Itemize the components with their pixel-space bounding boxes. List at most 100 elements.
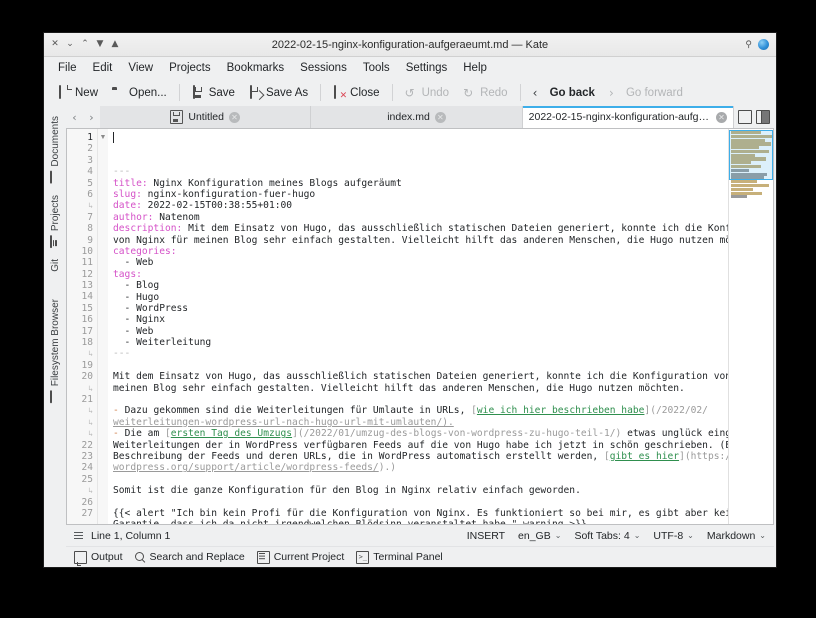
sidebar-item-documents[interactable]: Documents bbox=[48, 110, 63, 189]
code-token: - Hugo bbox=[113, 291, 160, 303]
toolview-search-and-replace[interactable]: Search and Replace bbox=[134, 551, 245, 563]
line-wrap-marker: ↳ bbox=[88, 406, 93, 416]
code-token: Weiterleitungen der in WordPress verfügb… bbox=[113, 439, 728, 451]
edit-mode[interactable]: INSERT bbox=[467, 530, 505, 542]
save-as-button[interactable]: Save As bbox=[243, 84, 314, 102]
code-line: - Web bbox=[113, 326, 728, 337]
close-button[interactable]: ✕ Close bbox=[327, 84, 385, 102]
minimap-viewport[interactable] bbox=[729, 130, 773, 180]
sidebar-item-git[interactable]: Git bbox=[48, 253, 63, 294]
split-view-icon[interactable] bbox=[755, 110, 770, 124]
close-icon[interactable]: ✕ bbox=[715, 111, 727, 123]
globe-icon[interactable] bbox=[758, 39, 769, 50]
line-number: 27 bbox=[81, 507, 93, 519]
new-tab-icon[interactable] bbox=[737, 110, 752, 124]
screen: ✕ ⌄ ⌃ ▼ ▲ 2022-02-15-nginx-konfiguration… bbox=[0, 0, 816, 618]
tab-untitled[interactable]: Untitled ✕ bbox=[100, 106, 312, 128]
save-button[interactable]: Save bbox=[186, 84, 241, 102]
open-button[interactable]: Open... bbox=[106, 84, 173, 102]
menu-sessions[interactable]: Sessions bbox=[292, 60, 355, 76]
menu-edit[interactable]: Edit bbox=[85, 60, 121, 76]
code-token: gibt es hier bbox=[609, 450, 680, 462]
new-button[interactable]: New bbox=[52, 84, 104, 102]
code-line: - Weiterleitung bbox=[113, 337, 728, 348]
code-token: Mit dem Einsatz von Hugo, das ausschließ… bbox=[182, 223, 728, 235]
code-token: Dazu gekommen sind die Weiterleitungen f… bbox=[124, 405, 472, 417]
code-token: etwas unglück eingerichteten bbox=[627, 428, 728, 440]
code-token: - bbox=[113, 428, 125, 440]
highlight-mode-value: Markdown bbox=[706, 529, 756, 542]
menu-settings[interactable]: Settings bbox=[398, 60, 456, 76]
menu-bar: File Edit View Projects Bookmarks Sessio… bbox=[44, 57, 776, 79]
close-icon[interactable]: ✕ bbox=[228, 111, 240, 123]
code-token: 2022-02-15T00:38:55+01:00 bbox=[141, 200, 293, 212]
menu-projects[interactable]: Projects bbox=[161, 60, 219, 76]
code-line: --- bbox=[113, 348, 728, 359]
line-wrap-marker: ↳ bbox=[88, 383, 93, 393]
pin-icon[interactable]: ⚲ bbox=[745, 39, 752, 50]
search-icon bbox=[134, 551, 146, 563]
line-wrap-marker: ↳ bbox=[88, 429, 93, 439]
menu-view[interactable]: View bbox=[120, 60, 161, 76]
sidebar-item-filesystem-browser[interactable]: Filesystem Browser bbox=[48, 293, 63, 408]
minimap-row bbox=[731, 180, 757, 184]
code-token: --- bbox=[113, 348, 131, 360]
code-folding-column[interactable]: ▼ bbox=[98, 129, 108, 524]
redo-button[interactable]: ↻ Redo bbox=[457, 84, 514, 102]
spellcheck-language-selector[interactable]: en_GB ⌄ bbox=[518, 530, 561, 542]
title-bar-right-buttons[interactable]: ⚲ bbox=[745, 39, 769, 50]
close-icon[interactable]: ✕ bbox=[434, 111, 446, 123]
menu-file[interactable]: File bbox=[50, 60, 85, 76]
toolview-terminal-panel[interactable]: >_ Terminal Panel bbox=[356, 550, 443, 564]
line-position-icon bbox=[74, 531, 84, 541]
toolview-current-project[interactable]: Current Project bbox=[256, 550, 344, 564]
line-wrap-marker: ↳ bbox=[88, 201, 93, 211]
window-maximize-icon[interactable]: ⌃ bbox=[80, 40, 90, 49]
window-minimize-icon[interactable]: ⌄ bbox=[65, 40, 75, 49]
code-token: - Weiterleitung bbox=[113, 337, 212, 349]
code-token: ](/2022/01/umzug-des-blogs-von-wordpress… bbox=[292, 428, 622, 440]
toolview-output[interactable]: Output bbox=[74, 550, 123, 566]
code-text-area[interactable]: --- title: Nginx Konfiguration meines Blo… bbox=[108, 129, 728, 524]
text-caret bbox=[113, 132, 114, 143]
line-number: 2 bbox=[87, 143, 93, 155]
undo-button[interactable]: ↺ Undo bbox=[399, 84, 456, 102]
tab-width-selector[interactable]: Soft Tabs: 4 ⌄ bbox=[574, 530, 640, 542]
code-line: Beschreibung der Feeds und deren URLs, d… bbox=[113, 451, 728, 462]
code-token: ](https:// bbox=[679, 450, 728, 462]
menu-help[interactable]: Help bbox=[455, 60, 495, 76]
chevron-left-icon: ‹ bbox=[532, 85, 538, 100]
toolbar-separator bbox=[519, 84, 521, 101]
encoding-selector[interactable]: UTF-8 ⌄ bbox=[653, 530, 693, 542]
tab-index-md[interactable]: index.md ✕ bbox=[311, 106, 523, 128]
undo-arrow-icon: ↺ bbox=[404, 85, 415, 100]
tab-prev-button[interactable]: ‹ bbox=[66, 106, 83, 128]
window-close-icon[interactable]: ✕ bbox=[50, 40, 60, 49]
line-number: 18 bbox=[81, 337, 93, 349]
tab-nginx-konfiguration[interactable]: 2022-02-15-nginx-konfiguration-aufgeraeu… bbox=[522, 106, 734, 128]
tab-next-button[interactable]: › bbox=[83, 106, 100, 128]
go-back-button[interactable]: ‹ Go back bbox=[527, 84, 601, 102]
menu-tools[interactable]: Tools bbox=[355, 60, 398, 76]
minimap-row bbox=[731, 195, 747, 199]
menu-bookmarks[interactable]: Bookmarks bbox=[219, 60, 293, 76]
line-number: 15 bbox=[81, 302, 93, 314]
code-line: --- bbox=[113, 166, 728, 177]
window-shade-icon[interactable]: ▼ bbox=[95, 40, 105, 49]
window-decoration-buttons[interactable]: ✕ ⌄ ⌃ ▼ ▲ bbox=[44, 40, 120, 49]
highlight-mode-selector[interactable]: Markdown ⌄ bbox=[707, 530, 766, 542]
fold-toggle-icon[interactable]: ▼ bbox=[98, 132, 108, 143]
sidebar-item-projects[interactable]: Projects bbox=[48, 189, 63, 253]
go-forward-button[interactable]: › Go forward bbox=[603, 84, 689, 102]
chevron-down-icon: ⌄ bbox=[759, 531, 766, 540]
save-as-button-label: Save As bbox=[265, 86, 309, 99]
minimap[interactable] bbox=[728, 129, 773, 524]
toolbar-separator bbox=[320, 84, 322, 101]
window-unshade-icon[interactable]: ▲ bbox=[110, 40, 120, 49]
code-token: categories: bbox=[113, 245, 177, 257]
